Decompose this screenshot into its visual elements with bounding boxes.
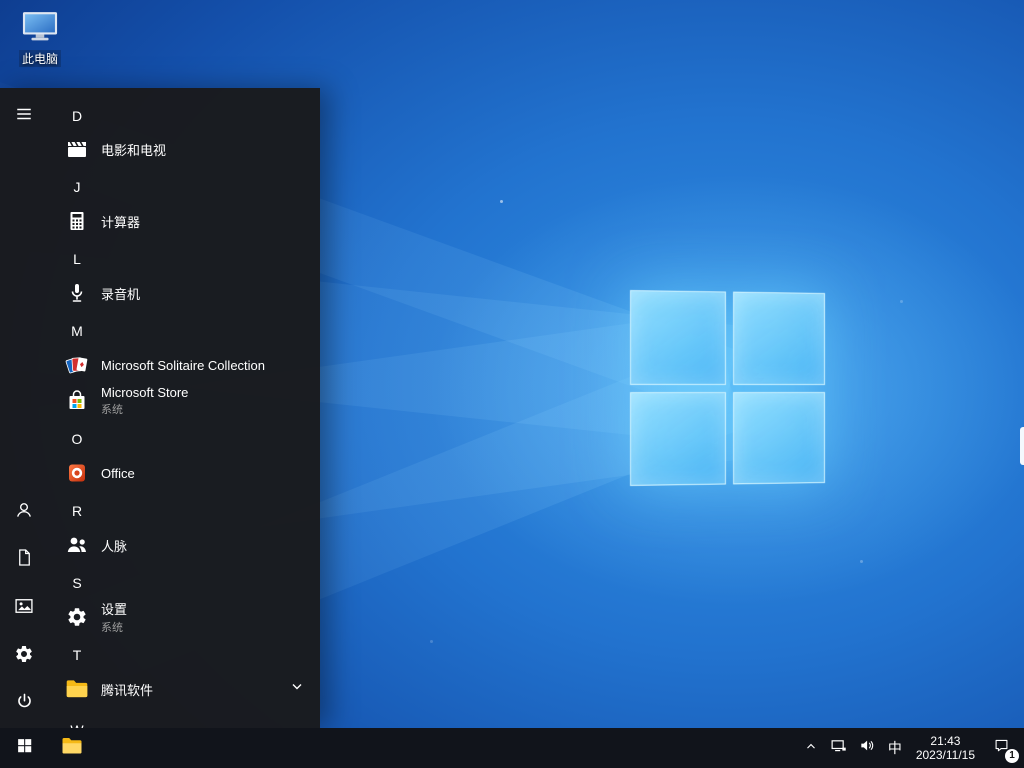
- clock-date: 2023/11/15: [915, 748, 975, 762]
- volume-icon: [859, 737, 876, 759]
- power-icon: [15, 692, 34, 716]
- document-icon: [15, 548, 34, 572]
- logo-pane: [732, 291, 825, 385]
- network-status-button[interactable]: [824, 728, 853, 768]
- app-label: 计算器: [101, 214, 141, 230]
- section-letter-o[interactable]: O: [62, 421, 92, 457]
- settings-gear-icon: [62, 602, 92, 632]
- chevron-up-icon: [804, 739, 818, 758]
- show-hidden-icons-button[interactable]: [798, 728, 824, 768]
- screen-edge-indicator: [1020, 427, 1024, 465]
- start-app-settings[interactable]: 设置 系统: [48, 595, 318, 639]
- pictures-button[interactable]: [0, 584, 48, 632]
- sparkle: [430, 640, 433, 643]
- app-sublabel: 系统: [101, 622, 123, 634]
- action-center-button[interactable]: 1: [983, 728, 1020, 768]
- section-letter-l[interactable]: L: [62, 241, 92, 277]
- network-icon: [830, 737, 847, 759]
- logo-pane: [630, 391, 726, 486]
- app-label: Microsoft Store: [101, 385, 189, 400]
- pictures-icon: [14, 596, 34, 621]
- section-letter-j[interactable]: J: [62, 169, 92, 205]
- sparkle: [500, 200, 503, 203]
- logo-pane: [630, 290, 726, 385]
- sparkle: [900, 300, 903, 303]
- start-app-voice-recorder[interactable]: 录音机: [48, 275, 318, 311]
- app-label: 腾讯软件: [101, 682, 154, 698]
- gear-icon: [14, 644, 34, 669]
- movies-tv-icon: [62, 134, 92, 164]
- power-button[interactable]: [0, 680, 48, 728]
- store-icon: [62, 386, 92, 416]
- windows-wallpaper-logo: [630, 290, 825, 486]
- chevron-down-icon[interactable]: [290, 680, 304, 699]
- start-app-microsoft-store[interactable]: Microsoft Store 系统: [48, 379, 318, 423]
- office-icon: [62, 458, 92, 488]
- section-letter-w[interactable]: W: [62, 712, 92, 728]
- start-app-people[interactable]: 人脉: [48, 527, 318, 563]
- ime-indicator[interactable]: 中: [882, 728, 908, 768]
- app-label: 电影和电视: [101, 142, 167, 158]
- this-pc-icon: [20, 10, 60, 47]
- start-app-calculator[interactable]: 计算器: [48, 203, 318, 239]
- system-tray: 中 21:43 2023/11/15 1: [798, 728, 1024, 768]
- section-letter-r[interactable]: R: [62, 493, 92, 529]
- app-label: 人脉: [101, 538, 128, 554]
- clock-time: 21:43: [930, 734, 961, 748]
- app-label: 设置: [101, 602, 128, 617]
- settings-button[interactable]: [0, 632, 48, 680]
- start-button[interactable]: [0, 728, 48, 768]
- solitaire-icon: [62, 350, 92, 380]
- documents-button[interactable]: [0, 536, 48, 584]
- people-icon: [62, 530, 92, 560]
- hamburger-icon: [15, 105, 33, 128]
- app-label: Microsoft Solitaire Collection: [101, 357, 266, 373]
- sparkle: [860, 560, 863, 563]
- app-label: Office: [101, 465, 135, 481]
- app-label: 录音机: [101, 286, 141, 302]
- voice-recorder-icon: [62, 278, 92, 308]
- start-app-solitaire[interactable]: Microsoft Solitaire Collection: [48, 347, 318, 383]
- this-pc-label: 此电脑: [18, 50, 61, 67]
- notification-badge: 1: [1005, 749, 1019, 763]
- desktop: 此电脑 D 电影和电视 J 计算器 L 录音机 M Microsoft Soli…: [0, 0, 1024, 768]
- folder-icon: [60, 734, 84, 763]
- start-menu-rail: [0, 88, 48, 728]
- calculator-icon: [62, 206, 92, 236]
- volume-button[interactable]: [853, 728, 882, 768]
- account-button[interactable]: [0, 488, 48, 536]
- taskbar-clock[interactable]: 21:43 2023/11/15: [908, 728, 983, 768]
- taskbar-file-explorer[interactable]: [48, 728, 96, 768]
- taskbar: 中 21:43 2023/11/15 1: [0, 728, 1024, 768]
- start-app-movies-tv[interactable]: 电影和电视: [48, 131, 318, 167]
- start-menu: D 电影和电视 J 计算器 L 录音机 M Microsoft Solitair…: [0, 88, 320, 728]
- logo-pane: [732, 391, 825, 485]
- app-sublabel: 系统: [101, 404, 123, 416]
- windows-logo-icon: [16, 737, 33, 759]
- section-letter-d[interactable]: D: [62, 98, 92, 134]
- start-app-office[interactable]: Office: [48, 455, 318, 491]
- folder-icon: [62, 674, 92, 704]
- section-letter-t[interactable]: T: [62, 637, 92, 673]
- section-letter-m[interactable]: M: [62, 313, 92, 349]
- desktop-icon-this-pc[interactable]: 此电脑: [8, 10, 72, 67]
- expand-menu-button[interactable]: [0, 92, 48, 140]
- start-folder-tencent[interactable]: 腾讯软件: [48, 671, 318, 707]
- start-app-list: D 电影和电视 J 计算器 L 录音机 M Microsoft Solitair…: [48, 88, 320, 728]
- user-icon: [14, 500, 34, 525]
